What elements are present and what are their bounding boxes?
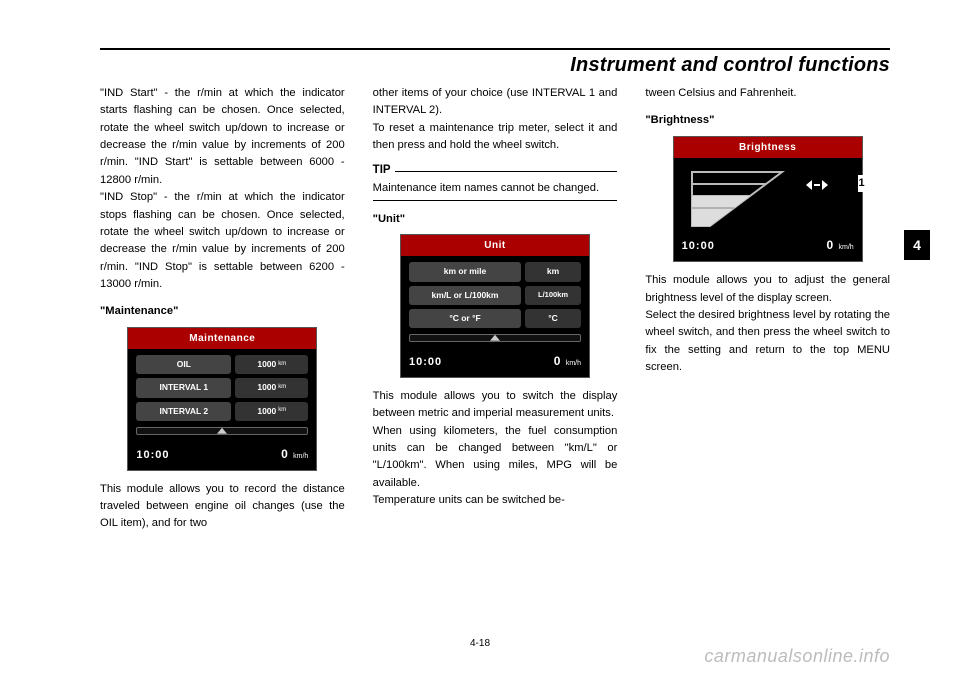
body-text: "IND Stop" - the r/min at which the indi… — [100, 189, 345, 293]
screen-body: km or mile km km/L or L/100km L/100km °C… — [401, 256, 589, 350]
value-unit: km — [278, 406, 286, 415]
section-tab: 4 — [904, 230, 930, 260]
screen-title: Unit — [401, 235, 589, 257]
tip-heading: TIP — [373, 162, 618, 180]
row-label: km/L or L/100km — [409, 286, 521, 305]
cursor-bar — [814, 184, 820, 186]
speed-unit: km/h — [566, 360, 581, 367]
tip-text: Maintenance item names cannot be changed… — [373, 180, 618, 197]
row-label: INTERVAL 2 — [136, 402, 231, 421]
row-label: °C or °F — [409, 309, 521, 328]
value-text: 1000 — [257, 405, 276, 418]
body-text: This module allows you to switch the dis… — [373, 388, 618, 423]
unit-screen: Unit km or mile km km/L or L/100km L/100… — [400, 234, 590, 378]
columns: "IND Start" - the r/min at which the ind… — [100, 85, 890, 533]
row-value: 1000km — [235, 355, 308, 374]
brightness-screen: Brightness — [673, 136, 863, 263]
page-title: Instrument and control functions — [100, 54, 890, 77]
callout-1: 1 — [858, 175, 866, 192]
row-value: L/100km — [525, 286, 581, 305]
column-1: "IND Start" - the r/min at which the ind… — [100, 85, 345, 533]
screen-row: OIL 1000km — [136, 355, 308, 374]
row-value: 1000km — [235, 402, 308, 421]
value-unit: km — [278, 383, 286, 392]
row-label: km or mile — [409, 262, 521, 281]
screen-row: °C or °F °C — [409, 309, 581, 328]
clock: 10:00 — [136, 447, 169, 464]
gauge-icon — [686, 168, 796, 230]
screen-row: INTERVAL 2 1000km — [136, 402, 308, 421]
value-text: 1000 — [257, 358, 276, 371]
triangle-right-icon — [822, 180, 828, 190]
brightness-gauge — [686, 168, 796, 230]
column-3: tween Celsius and Fahrenheit. "Brightnes… — [645, 85, 890, 533]
screen-title: Brightness — [674, 137, 862, 159]
scroll-indicator — [409, 334, 581, 342]
row-label: OIL — [136, 355, 231, 374]
speed-value: 0 — [826, 238, 834, 252]
speed-unit: km/h — [839, 244, 854, 251]
clock: 10:00 — [409, 354, 442, 371]
screen-row: km/L or L/100km L/100km — [409, 286, 581, 305]
screen-row: km or mile km — [409, 262, 581, 281]
column-2: other items of your choice (use INTERVAL… — [373, 85, 618, 533]
body-text: This module allows you to record the dis… — [100, 481, 345, 533]
body-text: tween Celsius and Fahrenheit. — [645, 85, 890, 102]
header-rule — [100, 48, 890, 50]
body-text: To reset a maintenance trip meter, selec… — [373, 120, 618, 155]
body-text: When using kilometers, the fuel consumpt… — [373, 423, 618, 492]
page-number: 4-18 — [470, 638, 490, 649]
subheading-maintenance: "Maintenance" — [100, 303, 345, 320]
row-value: °C — [525, 309, 581, 328]
row-value: km — [525, 262, 581, 281]
speed-value: 0 — [554, 354, 562, 368]
maintenance-screen: Maintenance OIL 1000km INTERVAL 1 1000km… — [127, 327, 317, 471]
tip-label: TIP — [373, 162, 391, 180]
body-text: Temperature units can be switched be- — [373, 492, 618, 509]
scroll-indicator — [136, 427, 308, 435]
screen-body: OIL 1000km INTERVAL 1 1000km INTERVAL 2 … — [128, 349, 316, 443]
triangle-up-icon — [217, 427, 227, 433]
screen-footer: 10:00 0 km/h — [674, 234, 862, 261]
body-text: "IND Start" - the r/min at which the ind… — [100, 85, 345, 189]
value-text: 1000 — [257, 381, 276, 394]
screen-title: Maintenance — [128, 328, 316, 350]
subheading-unit: "Unit" — [373, 211, 618, 228]
speed-readout: 0 km/h — [826, 236, 853, 255]
value-unit: km — [278, 360, 286, 369]
clock: 10:00 — [682, 238, 715, 255]
subheading-brightness: "Brightness" — [645, 112, 890, 129]
screen-footer: 10:00 0 km/h — [128, 443, 316, 470]
tip-rule — [395, 171, 618, 172]
tip-end-rule — [373, 200, 618, 201]
triangle-up-icon — [490, 335, 500, 341]
speed-unit: km/h — [293, 453, 308, 460]
page: Instrument and control functions 4 "IND … — [0, 0, 960, 679]
speed-value: 0 — [281, 447, 289, 461]
brightness-cursor — [806, 180, 828, 190]
body-text: This module allows you to adjust the gen… — [645, 272, 890, 307]
speed-readout: 0 km/h — [554, 352, 581, 371]
speed-readout: 0 km/h — [281, 445, 308, 464]
triangle-left-icon — [806, 180, 812, 190]
watermark: carmanualsonline.info — [704, 646, 890, 667]
row-label: INTERVAL 1 — [136, 378, 231, 397]
screen-body — [674, 158, 862, 234]
body-text: Select the desired brightness level by r… — [645, 307, 890, 376]
row-value: 1000km — [235, 378, 308, 397]
screen-footer: 10:00 0 km/h — [401, 350, 589, 377]
screen-row: INTERVAL 1 1000km — [136, 378, 308, 397]
body-text: other items of your choice (use INTERVAL… — [373, 85, 618, 120]
